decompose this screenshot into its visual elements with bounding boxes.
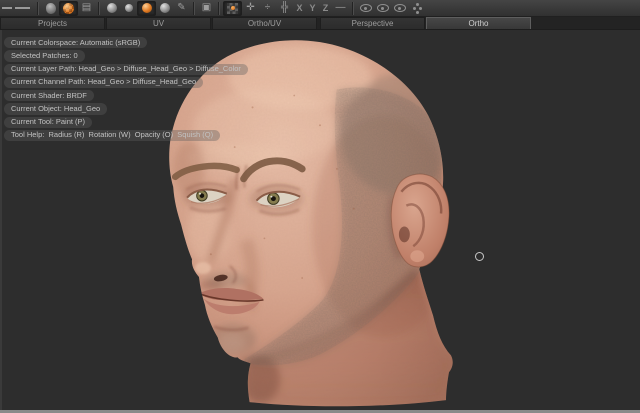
visibility-eye-icon-3[interactable]: [391, 1, 408, 16]
dash-icon[interactable]: —: [332, 1, 349, 16]
orange-sphere-icon: [142, 3, 152, 13]
checker-icon: [227, 3, 238, 14]
brush-tool-icon[interactable]: [42, 1, 59, 16]
tab-bar-filler: [532, 17, 640, 29]
hud-layer-path: Current Layer Path: Head_Geo > Diffuse_H…: [4, 64, 248, 75]
sphere-icon: [107, 3, 117, 13]
symmetry-axis-x-button[interactable]: X: [293, 1, 306, 16]
hud-colorspace: Current Colorspace: Automatic (sRGB): [4, 37, 147, 48]
eye-icon: [360, 4, 372, 12]
eye-icon: [394, 4, 406, 12]
application-window: ▤ ✎ ▣ ✛ ÷ ╬ X Y Z — Projects UV Ortho/UV…: [0, 0, 640, 413]
toolbar-separator: [218, 2, 220, 15]
visibility-eye-icon-2[interactable]: [374, 1, 391, 16]
toolbar-separator: [98, 2, 100, 15]
lighting-basic-icon[interactable]: [120, 1, 137, 16]
tab-projects[interactable]: Projects: [0, 17, 105, 29]
dots-icon: [413, 7, 416, 10]
image-stamp-icon[interactable]: ▤: [78, 1, 95, 16]
toolbar-separator: [37, 2, 39, 15]
brush-blob-icon: [46, 3, 56, 14]
tab-ortho[interactable]: Ortho: [426, 17, 531, 29]
brush-cursor: [475, 252, 484, 261]
hud-selected-patches: Selected Patches: 0: [4, 50, 85, 61]
hud-object: Current Object: Head_Geo: [4, 103, 107, 114]
symmetry-axis-y-button[interactable]: Y: [306, 1, 319, 16]
lighting-shadow-icon[interactable]: [156, 1, 173, 16]
toolbar-separator: [352, 2, 354, 15]
symmetry-axis-z-button[interactable]: Z: [319, 1, 332, 16]
paint-buffer-checker-icon[interactable]: [223, 1, 242, 16]
tab-ortho-uv[interactable]: Ortho/UV: [212, 17, 317, 29]
ear: [391, 174, 449, 267]
sphere-icon: [160, 3, 170, 13]
textured-ball-icon: [63, 3, 74, 14]
hud-shader: Current Shader: BRDF: [4, 90, 94, 101]
toolbar-separator: [193, 2, 195, 15]
mirror-frame-icon[interactable]: ▣: [198, 1, 215, 16]
lighting-full-icon[interactable]: [137, 1, 156, 16]
viewport-tab-bar: Projects UV Ortho/UV Perspective Ortho: [0, 17, 640, 30]
symmetry-grid-icon[interactable]: ╬: [276, 1, 293, 16]
visibility-eye-icon-1[interactable]: [357, 1, 374, 16]
3d-viewport[interactable]: Current Colorspace: Automatic (sRGB) Sel…: [0, 30, 640, 410]
eye-icon: [377, 4, 389, 12]
paint-through-tool-icon[interactable]: [59, 1, 78, 16]
pencil-slash-icon[interactable]: ✎: [173, 1, 190, 16]
symmetry-cross-icon[interactable]: ✛: [242, 1, 259, 16]
viewport-hud: Current Colorspace: Automatic (sRGB) Sel…: [4, 37, 248, 143]
tab-perspective[interactable]: Perspective: [320, 17, 425, 29]
tab-uv[interactable]: UV: [106, 17, 211, 29]
hud-tool: Current Tool: Paint (P): [4, 117, 92, 128]
sphere-icon: [125, 4, 133, 12]
main-toolbar: ▤ ✎ ▣ ✛ ÷ ╬ X Y Z —: [0, 0, 640, 17]
hud-channel-path: Current Channel Path: Head_Geo > Diffuse…: [4, 77, 203, 88]
dot-cluster-icon[interactable]: [408, 1, 425, 16]
toolbar-slider[interactable]: [2, 1, 34, 16]
hud-tool-help: Tool Help: Radius (R) Rotation (W) Opaci…: [4, 130, 220, 141]
symmetry-divide-icon[interactable]: ÷: [259, 1, 276, 16]
lighting-flat-icon[interactable]: [103, 1, 120, 16]
